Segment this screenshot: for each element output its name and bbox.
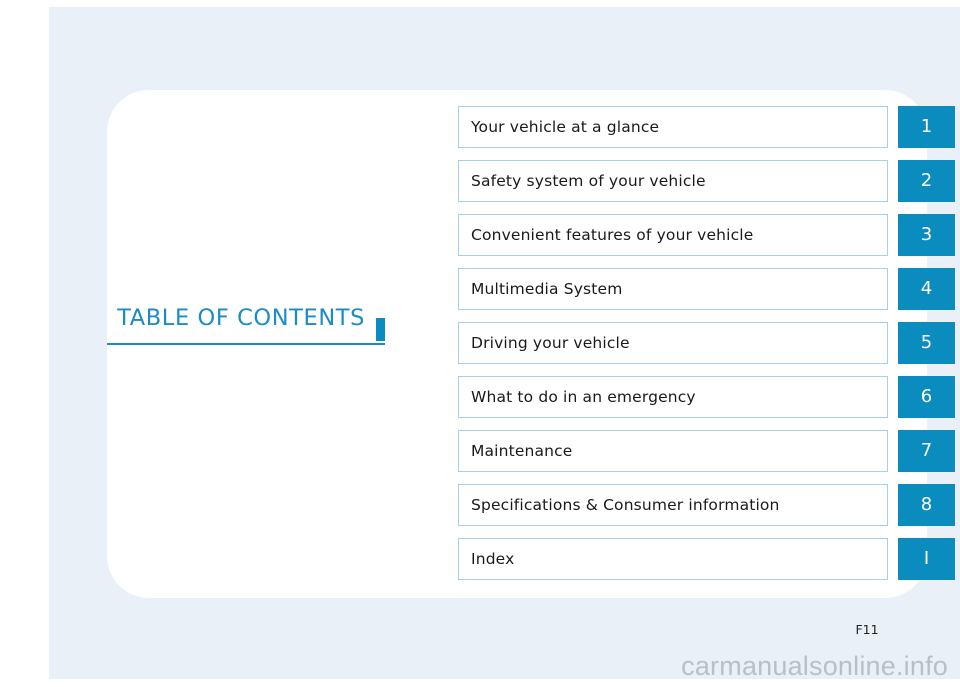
toc-entry-link[interactable]: Maintenance	[458, 430, 888, 472]
toc-row[interactable]: Safety system of your vehicle 2	[458, 160, 956, 202]
toc-row[interactable]: Index I	[458, 538, 956, 580]
toc-section-tab-label: 1	[920, 116, 933, 137]
toc-entry-link[interactable]: Driving your vehicle	[458, 322, 888, 364]
toc-section-tab-label: 8	[920, 494, 933, 515]
toc-section-tab-label: 2	[920, 170, 933, 191]
toc-row[interactable]: Specifications & Consumer information 8	[458, 484, 956, 526]
toc-row[interactable]: Driving your vehicle 5	[458, 322, 956, 364]
page-title: TABLE OF CONTENTS	[117, 305, 365, 331]
toc-section-tab[interactable]: 6	[898, 376, 955, 418]
document-page: TABLE OF CONTENTS Your vehicle at a glan…	[0, 0, 960, 687]
toc-entry-label: Convenient features of your vehicle	[471, 226, 754, 244]
watermark: carmanualsonline.info	[681, 651, 948, 681]
toc-entry-label: Specifications & Consumer information	[471, 496, 780, 514]
toc-entry-label: Maintenance	[471, 442, 573, 460]
toc-row[interactable]: What to do in an emergency 6	[458, 376, 956, 418]
toc-section-tab-label: 3	[920, 224, 933, 245]
toc-section-tab-label: 5	[920, 332, 933, 353]
toc-entry-label: What to do in an emergency	[471, 388, 696, 406]
toc-section-tab-label: 6	[920, 386, 933, 407]
toc-entry-link[interactable]: Multimedia System	[458, 268, 888, 310]
page-number-value: F11	[855, 622, 879, 637]
toc-section-tab[interactable]: 5	[898, 322, 955, 364]
toc-entry-link[interactable]: Convenient features of your vehicle	[458, 214, 888, 256]
toc-section-tab-label: 4	[920, 278, 933, 299]
toc-list: Your vehicle at a glance 1 Safety system o…	[458, 106, 956, 592]
toc-entry-label: Multimedia System	[471, 280, 623, 298]
title-accent-bar-icon	[376, 318, 385, 341]
toc-section-tab[interactable]: 7	[898, 430, 955, 472]
toc-entry-link[interactable]: What to do in an emergency	[458, 376, 888, 418]
toc-entry-label: Your vehicle at a glance	[471, 118, 660, 136]
toc-entry-label: Index	[471, 550, 515, 568]
toc-row[interactable]: Your vehicle at a glance 1	[458, 106, 956, 148]
toc-row[interactable]: Convenient features of your vehicle 3	[458, 214, 956, 256]
toc-section-tab[interactable]: 8	[898, 484, 955, 526]
toc-entry-label: Driving your vehicle	[471, 334, 630, 352]
toc-row[interactable]: Maintenance 7	[458, 430, 956, 472]
toc-section-tab-label: 7	[920, 440, 933, 461]
toc-entry-link[interactable]: Your vehicle at a glance	[458, 106, 888, 148]
toc-entry-link[interactable]: Index	[458, 538, 888, 580]
toc-row[interactable]: Multimedia System 4	[458, 268, 956, 310]
toc-entry-label: Safety system of your vehicle	[471, 172, 706, 190]
toc-section-tab[interactable]: 1	[898, 106, 955, 148]
title-underline-divider	[107, 343, 385, 345]
page-number: F11	[0, 622, 960, 637]
toc-entry-link[interactable]: Safety system of your vehicle	[458, 160, 888, 202]
toc-section-tab-label: I	[923, 548, 930, 569]
toc-section-tab[interactable]: I	[898, 538, 955, 580]
toc-section-tab[interactable]: 2	[898, 160, 955, 202]
toc-title-block: TABLE OF CONTENTS	[107, 305, 387, 350]
toc-entry-link[interactable]: Specifications & Consumer information	[458, 484, 888, 526]
toc-section-tab[interactable]: 4	[898, 268, 955, 310]
toc-section-tab[interactable]: 3	[898, 214, 955, 256]
